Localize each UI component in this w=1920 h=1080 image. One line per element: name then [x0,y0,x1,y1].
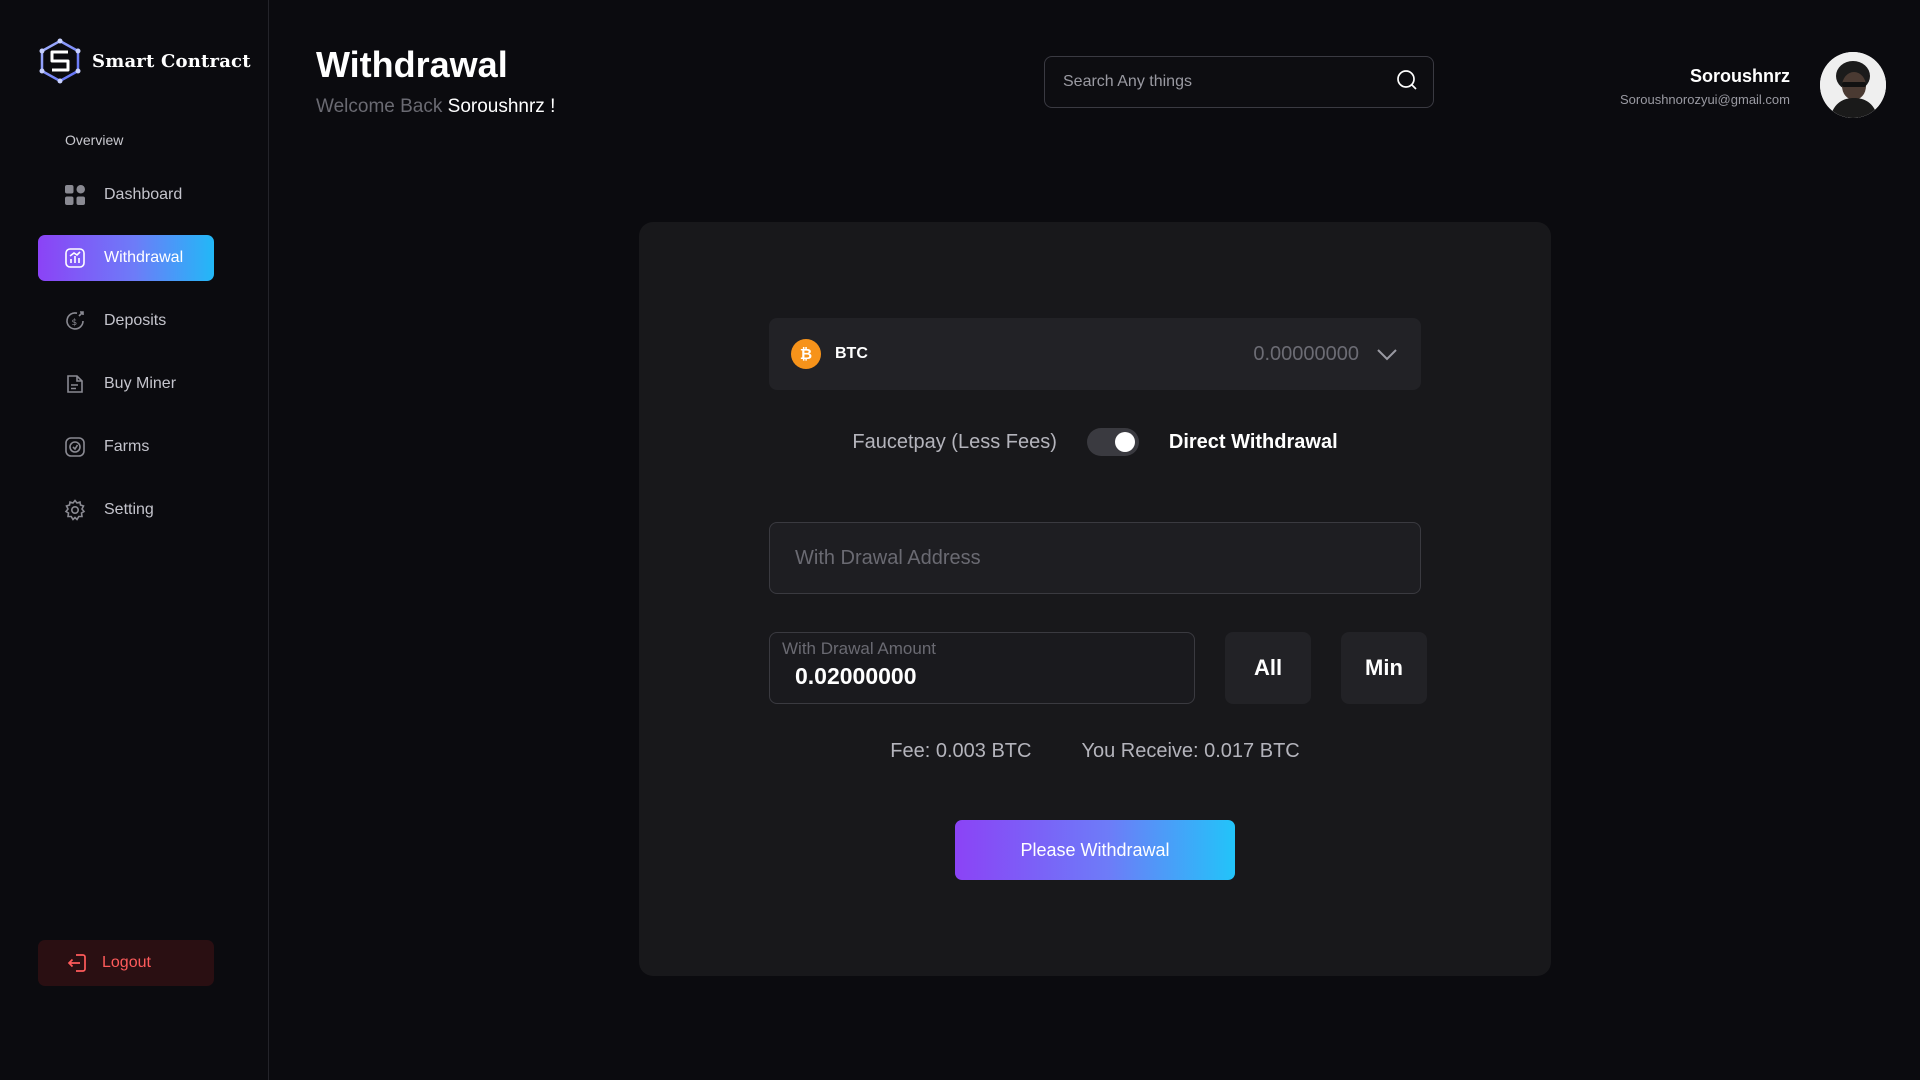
profile-name: Soroushnrz [1689,66,1790,86]
search-icon[interactable] [1395,68,1419,97]
sidebar-item-label: Dashboard [104,186,183,203]
sidebar-item-dashboard[interactable]: Dashboard [38,172,214,218]
document-icon [64,373,86,395]
brand-name: Smart Contract [92,50,251,72]
dollar-cycle-icon: $ [64,310,86,332]
sidebar-item-label: Buy Miner [104,375,177,392]
logout-label: Logout [102,954,151,971]
sidebar-item-buy-miner[interactable]: Buy Miner [38,361,214,407]
address-field [769,522,1421,594]
page-title: Withdrawal [316,44,508,85]
sidebar-item-farms[interactable]: Farms [38,424,214,470]
sidebar-item-label: Farms [104,438,150,455]
withdraw-mode-toggle[interactable] [1086,428,1139,456]
sidebar-item-label: Setting [104,501,154,518]
min-button[interactable]: Min [1341,632,1427,704]
direct-withdrawal-label[interactable]: Direct Withdrawal [1169,431,1338,454]
welcome-user-name: Soroushnrz ! [447,96,556,117]
amount-field[interactable]: With Drawal Amount 0.02000000 [769,632,1195,704]
withdraw-submit-button[interactable]: Please Withdrawal [955,820,1235,880]
sidebar-section-label: Overview [65,132,124,148]
sidebar-item-withdrawal[interactable]: Withdrawal [38,235,214,281]
chevron-down-icon [1377,349,1397,361]
welcome-prefix: Welcome Back [316,96,443,117]
gear-icon [64,499,86,521]
withdraw-card: ₿ BTC 0.00000000 Faucetpay (Less Fees) D… [639,222,1551,976]
search-input[interactable] [1063,73,1395,91]
logout-icon [66,952,88,974]
withdrawal-address-input[interactable] [795,546,1395,570]
brand[interactable]: Smart Contract [38,38,251,84]
amount-label: With Drawal Amount [782,639,936,658]
sidebar-item-setting[interactable]: Setting [38,487,214,533]
avatar[interactable] [1820,52,1886,118]
svg-text:$: $ [72,318,78,328]
all-button[interactable]: All [1225,632,1311,704]
withdraw-mode-toggle-row: Faucetpay (Less Fees) Direct Withdrawal [639,428,1551,456]
profile-email: Soroushnorozyui@gmail.com [1620,92,1790,107]
receive-text: You Receive: 0.017 BTC [1081,740,1300,762]
coin-balance: 0.00000000 [1253,342,1359,365]
amount-value[interactable]: 0.02000000 [795,663,1182,690]
sidebar-item-label: Deposits [104,312,167,329]
smart-contract-logo-icon [39,38,81,84]
faucetpay-label[interactable]: Faucetpay (Less Fees) [852,431,1057,454]
welcome-text: Welcome Back Soroushnrz ! [316,96,555,118]
farm-icon [64,436,86,458]
search-bar [1044,56,1434,108]
sidebar-item-deposits[interactable]: $ Deposits [38,298,214,344]
chart-icon [64,247,86,269]
sidebar: Smart Contract Overview Dashboard Withdr… [0,0,269,1080]
bitcoin-icon: ₿ [791,339,821,369]
toggle-knob [1114,432,1135,452]
fee-text: Fee: 0.003 BTC [890,740,1032,762]
sidebar-item-label: Withdrawal [104,249,184,266]
grid-icon [64,184,86,206]
coin-symbol: BTC [835,345,868,362]
sidebar-nav: Dashboard Withdrawal $ Deposits Buy Mine… [38,172,214,550]
logout-button[interactable]: Logout [38,940,214,986]
coin-select[interactable]: ₿ BTC 0.00000000 [769,318,1421,390]
fee-summary: Fee: 0.003 BTC You Receive: 0.017 BTC [639,740,1551,763]
